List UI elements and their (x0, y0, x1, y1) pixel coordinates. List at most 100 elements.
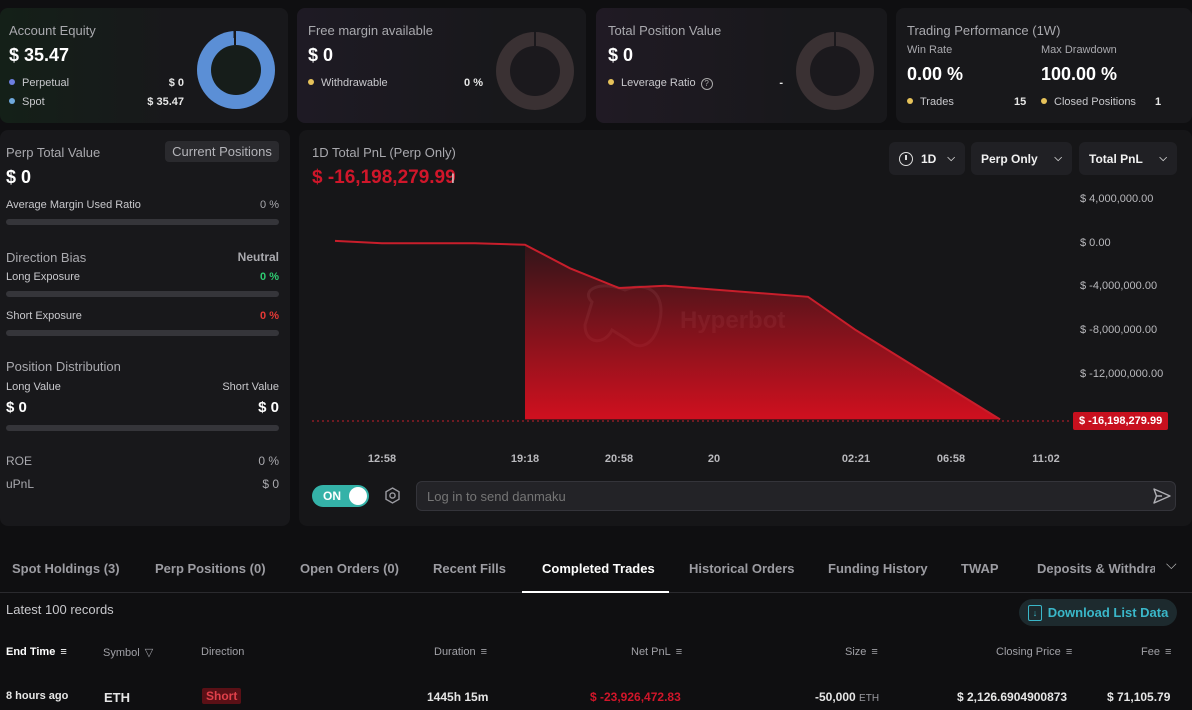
header-net-pnl[interactable]: Net PnL ≡ (631, 646, 682, 658)
tab-recent-fills[interactable]: Recent Fills (433, 561, 506, 576)
trading-performance-card: Trading Performance (1W) Win Rate 0.00 %… (896, 8, 1192, 123)
perp-panel: Perp Total Value Current Positions $ 0 A… (0, 130, 290, 526)
position-distribution-bar (6, 425, 279, 431)
cell-fee: $ 71,105.79 (1107, 690, 1171, 704)
equity-donut-chart (197, 31, 275, 109)
header-symbol[interactable]: Symbol ▽ (103, 646, 153, 660)
avg-margin-label: Average Margin Used Ratio (6, 199, 141, 211)
leverage-ratio-label: Leverage Ratio? (608, 77, 713, 90)
metric-dropdown[interactable]: Total PnL ⌵ (1079, 142, 1177, 175)
sort-icon: ≡ (1164, 646, 1172, 658)
active-tab-underline (522, 591, 669, 593)
avg-margin-value: 0 % (260, 199, 279, 211)
send-icon[interactable] (1152, 487, 1172, 505)
header-size[interactable]: Size ≡ (845, 646, 878, 658)
sort-icon: ≡ (480, 646, 487, 658)
text-cursor-icon: I (451, 170, 455, 186)
total-position-card: Total Position Value $ 0 Leverage Ratio?… (596, 8, 887, 123)
period-dropdown[interactable]: 1D ⌵ (889, 142, 965, 175)
toggle-knob (349, 487, 367, 505)
upnl-value: $ 0 (262, 477, 279, 491)
total-position-title: Total Position Value (608, 23, 722, 38)
tab-funding-history[interactable]: Funding History (828, 561, 928, 576)
current-value-tag: $ -16,198,279.99 (1073, 412, 1169, 430)
current-positions-button[interactable]: Current Positions (165, 141, 279, 162)
download-label: Download List Data (1047, 605, 1169, 620)
position-distribution-label: Position Distribution (6, 359, 121, 374)
help-icon[interactable]: ? (700, 78, 713, 90)
short-exposure-label: Short Exposure (6, 310, 82, 322)
max-drawdown-label: Max Drawdown (1041, 44, 1117, 56)
y-tick-label: $ -8,000,000.00 (1080, 324, 1158, 336)
records-label: Latest 100 records (6, 602, 114, 617)
danmaku-toggle[interactable]: ON (312, 485, 369, 507)
perpetual-dot (9, 79, 15, 86)
perpetual-value: $ 0 (168, 77, 184, 89)
x-tick-label: 19:18 (510, 453, 540, 465)
long-value-label: Long Value (6, 381, 61, 393)
short-exposure-value: 0 % (260, 310, 279, 322)
margin-donut-chart (496, 32, 574, 110)
perp-total-title: Perp Total Value (6, 145, 101, 160)
max-drawdown-value: 100.00 % (1041, 64, 1118, 84)
header-closing-price[interactable]: Closing Price ≡ (996, 646, 1072, 658)
tab-historical-orders[interactable]: Historical Orders (689, 561, 795, 576)
perpetual-label: Perpetual (9, 77, 69, 89)
account-equity-value: $ 35.47 (9, 45, 70, 65)
header-direction: Direction (201, 646, 245, 658)
roe-value: 0 % (258, 454, 279, 468)
avg-margin-bar (6, 219, 279, 225)
tab-deposits-withdraw[interactable]: Deposits & Withdraw (1037, 561, 1155, 576)
cell-end-time: 8 hours ago (6, 690, 69, 702)
toggle-label: ON (323, 489, 341, 503)
scope-label: Perp Only (981, 151, 1038, 166)
header-duration[interactable]: Duration ≡ (434, 646, 487, 658)
x-tick-label: 20:58 (604, 453, 634, 465)
download-list-button[interactable]: ↓ Download List Data (1019, 599, 1177, 626)
roe-label: ROE (6, 454, 33, 468)
cell-duration: 1445h 15m (427, 690, 489, 704)
closed-positions-value: 1 (1155, 96, 1162, 108)
scope-dropdown[interactable]: Perp Only ⌵ (971, 142, 1072, 175)
tabs-expand-icon[interactable]: ⌵ (1166, 556, 1177, 573)
x-tick-label: 02:21 (841, 453, 871, 465)
sort-icon: ≡ (675, 646, 683, 658)
tab-completed-trades[interactable]: Completed Trades (542, 561, 655, 576)
free-margin-value: $ 0 (308, 45, 334, 65)
pnl-title: 1D Total PnL (Perp Only) (312, 145, 456, 160)
x-tick-label: 06:58 (936, 453, 966, 465)
y-tick-label: $ 0.00 (1080, 237, 1111, 249)
header-fee[interactable]: Fee ≡ (1141, 646, 1171, 658)
x-tick-label: 12:58 (367, 453, 397, 465)
sort-icon: ≡ (871, 646, 878, 658)
short-value-label: Short Value (222, 381, 279, 393)
free-margin-title: Free margin available (308, 23, 434, 38)
withdrawable-value: 0 % (464, 77, 483, 89)
y-tick-label: $ -12,000,000.00 (1080, 368, 1164, 380)
withdrawable-label: Withdrawable (308, 77, 388, 89)
direction-bias-value: Neutral (237, 250, 279, 264)
tab-twap[interactable]: TWAP (961, 561, 999, 576)
closed-positions-label: Closed Positions (1041, 96, 1136, 108)
chevron-down-icon: ⌵ (1159, 153, 1167, 164)
danmaku-input[interactable] (416, 481, 1176, 511)
pnl-value: $ -16,198,279.99 (312, 167, 456, 188)
sort-icon: ≡ (60, 646, 67, 658)
position-donut-chart (796, 32, 874, 110)
tab-perp-positions[interactable]: Perp Positions (0) (155, 561, 266, 576)
sort-icon: ≡ (1065, 646, 1073, 658)
short-exposure-bar (6, 330, 279, 336)
cell-symbol[interactable]: ETH (104, 690, 130, 705)
spot-dot (9, 98, 15, 105)
pnl-panel (299, 130, 1192, 526)
tab-open-orders[interactable]: Open Orders (0) (300, 561, 399, 576)
metric-label: Total PnL (1089, 151, 1143, 166)
danmaku-settings-icon[interactable] (384, 487, 401, 504)
clock-icon (899, 151, 913, 166)
cell-size: -50,000 ETH (815, 690, 880, 704)
total-position-value: $ 0 (608, 45, 634, 65)
x-tick-label: 11:02 (1032, 453, 1060, 465)
tab-spot-holdings[interactable]: Spot Holdings (3) (12, 561, 120, 576)
header-end-time[interactable]: End Time ≡ (6, 646, 67, 658)
cell-closing-price: $ 2,126.6904900873 (957, 690, 1068, 704)
